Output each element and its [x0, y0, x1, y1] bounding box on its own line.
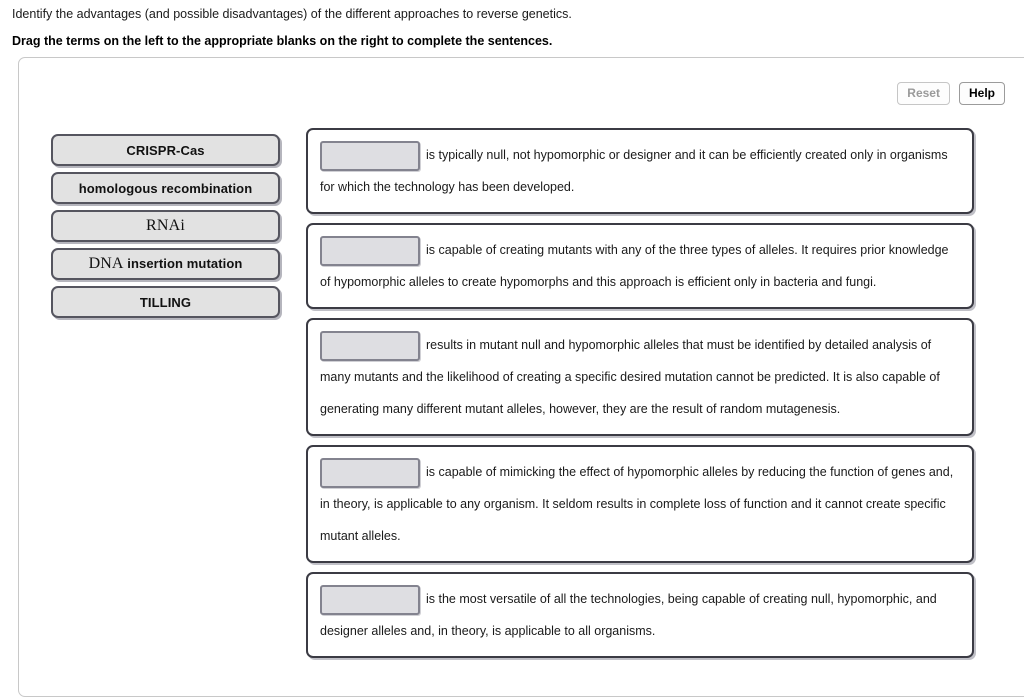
term-label: RNAi [145, 217, 186, 234]
term-chip-rnai[interactable]: RNAi [51, 210, 280, 242]
sentences-list: is typically null, not hypomorphic or de… [306, 128, 974, 667]
term-label-serif-segment: DNA [88, 255, 124, 272]
blank-drop-zone-3[interactable] [320, 330, 420, 361]
term-chip-crispr-cas[interactable]: CRISPR-Cas [51, 134, 280, 166]
activity-toolbar: Reset Help [897, 82, 1005, 105]
term-label: homologous recombination [78, 180, 253, 196]
term-label: DNA insertion mutation [89, 255, 243, 273]
activity-container: Reset Help CRISPR-Cas homologous recombi… [18, 57, 1024, 697]
sentence-text-3: results in mutant null and hypomorphic a… [320, 329, 961, 425]
sentence-text-1: is typically null, not hypomorphic or de… [320, 139, 961, 203]
prompt-area: Identify the advantages (and possible di… [0, 0, 1024, 49]
term-label: CRISPR-Cas [126, 142, 205, 158]
sentence-text-5: is the most versatile of all the technol… [320, 583, 961, 647]
help-button[interactable]: Help [958, 82, 1005, 105]
sentence-text-4: is capable of mimicking the effect of hy… [320, 456, 961, 552]
term-chip-tilling[interactable]: TILLING [51, 286, 280, 318]
sentence-box-4: is capable of mimicking the effect of hy… [306, 445, 974, 563]
blank-drop-zone-2[interactable] [320, 235, 420, 266]
term-label: TILLING [139, 294, 192, 310]
sentence-box-3: results in mutant null and hypomorphic a… [306, 318, 974, 436]
question-directive: Drag the terms on the left to the approp… [12, 34, 553, 48]
terms-bank: CRISPR-Cas homologous recombination RNAi… [51, 134, 280, 324]
sentence-box-5: is the most versatile of all the technol… [306, 572, 974, 658]
term-chip-dna-insertion-mutation[interactable]: DNA insertion mutation [51, 248, 280, 280]
blank-drop-zone-5[interactable] [320, 584, 420, 615]
term-chip-homologous-recombination[interactable]: homologous recombination [51, 172, 280, 204]
question-instruction: Identify the advantages (and possible di… [12, 7, 572, 21]
sentence-box-2: is capable of creating mutants with any … [306, 223, 974, 309]
sentence-text-2: is capable of creating mutants with any … [320, 234, 961, 298]
reset-button[interactable]: Reset [897, 82, 950, 105]
sentence-box-1: is typically null, not hypomorphic or de… [306, 128, 974, 214]
term-label-sans-segment: insertion mutation [123, 256, 243, 271]
blank-drop-zone-4[interactable] [320, 457, 420, 488]
blank-drop-zone-1[interactable] [320, 140, 420, 171]
